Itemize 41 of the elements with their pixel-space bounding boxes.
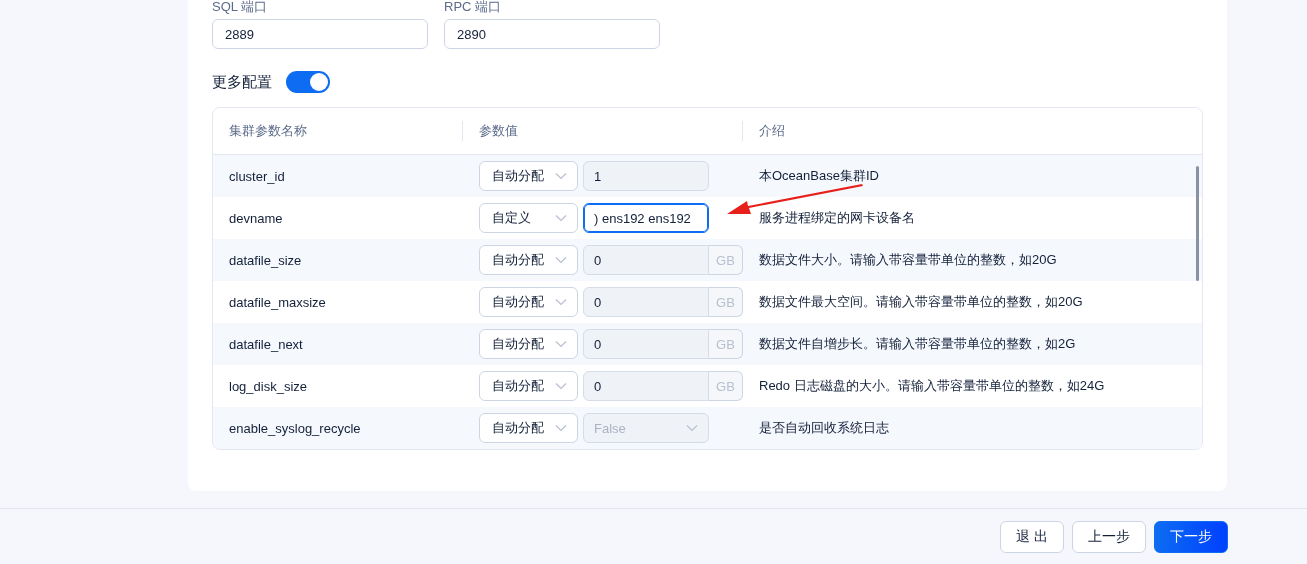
value-input[interactable]: ) ens192 ens192 bbox=[583, 203, 709, 233]
chevron-down-icon bbox=[555, 340, 567, 348]
param-description: 数据文件自增步长。请输入带容量带单位的整数，如2G bbox=[759, 336, 1076, 351]
column-header: 集群参数名称 bbox=[213, 121, 463, 141]
param-description: Redo 日志磁盘的大小。请输入带容量带单位的整数，如24G bbox=[759, 378, 1105, 393]
column-header: 参数值 bbox=[463, 121, 743, 141]
unit-addon: GB bbox=[709, 371, 743, 401]
next-button[interactable]: 下一步 bbox=[1154, 520, 1228, 553]
param-name: log_disk_size bbox=[229, 378, 308, 394]
param-description: 数据文件最大空间。请输入带容量带单位的整数，如20G bbox=[759, 294, 1083, 309]
chevron-down-icon bbox=[555, 214, 567, 222]
param-name: datafile_next bbox=[229, 336, 303, 352]
column-header: 介绍 bbox=[758, 122, 786, 140]
unit-addon: GB bbox=[709, 329, 743, 359]
unit-addon: GB bbox=[709, 287, 743, 317]
field-label: SQL 端口 bbox=[212, 0, 269, 14]
param-description: 数据文件大小。请输入带容量带单位的整数，如20G bbox=[759, 252, 1057, 267]
port-input[interactable]: 2889 bbox=[212, 19, 428, 49]
chevron-down-icon bbox=[555, 424, 567, 432]
param-name: datafile_maxsize bbox=[229, 294, 326, 310]
chevron-down-icon bbox=[555, 256, 567, 264]
param-name: enable_syslog_recycle bbox=[229, 420, 361, 436]
toggle-switch[interactable] bbox=[286, 71, 330, 93]
chevron-down-icon bbox=[555, 298, 567, 306]
param-name: devname bbox=[229, 210, 283, 226]
scrollbar[interactable] bbox=[1196, 166, 1199, 281]
param-description: 本OceanBase集群ID bbox=[759, 168, 879, 183]
port-input[interactable]: 2890 bbox=[444, 19, 660, 49]
step-button[interactable]: 上一步 bbox=[1072, 520, 1146, 553]
chevron-down-icon bbox=[555, 172, 567, 180]
more-config-label: 更多配置 bbox=[212, 72, 272, 92]
unit-addon: GB bbox=[709, 245, 743, 275]
param-description: 服务进程绑定的网卡设备名 bbox=[759, 210, 915, 225]
field-label: RPC 端口 bbox=[444, 0, 503, 14]
param-name: cluster_id bbox=[229, 168, 285, 184]
param-name: datafile_size bbox=[229, 252, 302, 268]
chevron-down-icon bbox=[555, 382, 567, 390]
param-description: 是否自动回收系统日志 bbox=[759, 420, 889, 435]
chevron-down-icon bbox=[686, 424, 698, 432]
mode-select[interactable]: 自定义 bbox=[479, 203, 578, 233]
step-button[interactable]: 退 出 bbox=[1000, 520, 1064, 553]
